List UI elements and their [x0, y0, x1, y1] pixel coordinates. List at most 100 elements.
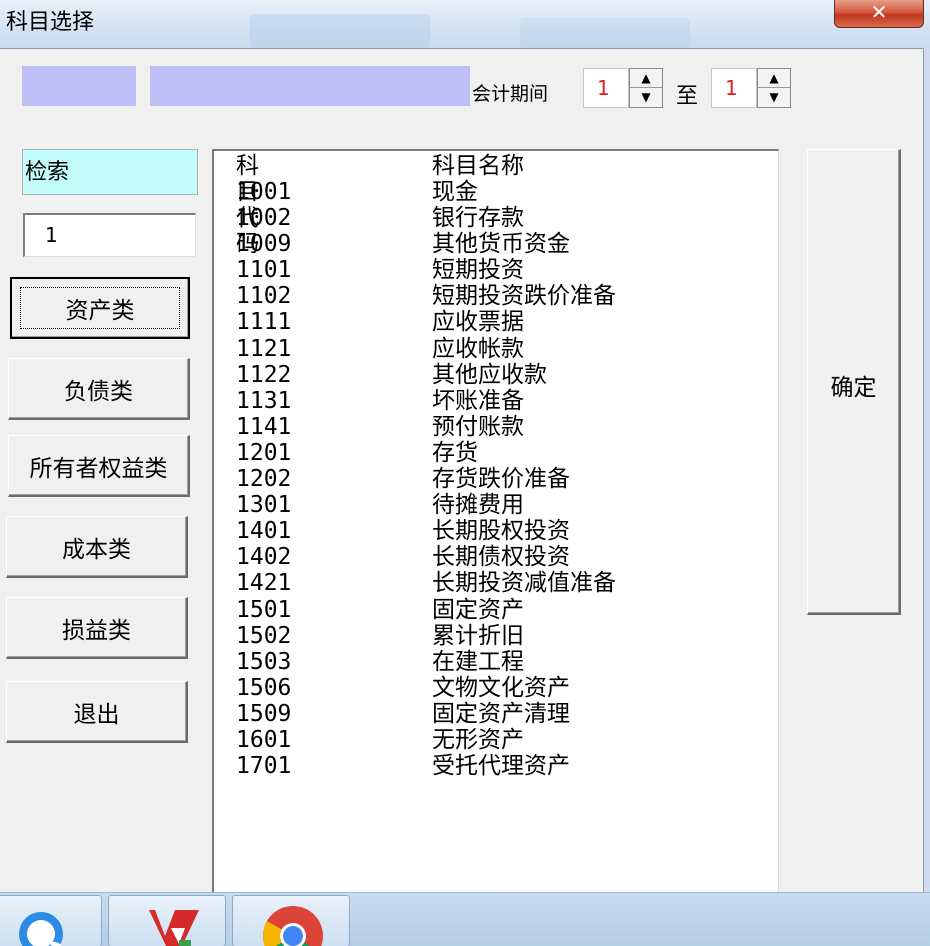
account-name: 坏账准备 [432, 387, 524, 414]
account-code: 1001 [236, 179, 292, 205]
account-name: 累计折旧 [432, 622, 524, 649]
account-name: 预付账款 [432, 413, 524, 440]
period-label: 会计期间 [472, 83, 549, 105]
list-item[interactable]: 1201 存货 [236, 440, 776, 466]
spin-down-icon[interactable]: ▼ [630, 88, 662, 107]
list-item[interactable]: 1141 预付账款 [236, 414, 776, 440]
spin-up-icon[interactable]: ▲ [630, 69, 662, 88]
search-input[interactable]: 1 [23, 213, 196, 257]
account-name: 其他应收款 [432, 361, 547, 388]
account-code: 1502 [236, 622, 292, 649]
button-label: 所有者权益类 [29, 455, 168, 482]
equity-category-button[interactable]: 所有者权益类 [8, 435, 190, 497]
list-item[interactable]: 1202 存货跌价准备 [236, 466, 776, 492]
account-code: 1402 [236, 544, 292, 571]
account-code: 1503 [236, 648, 292, 675]
placeholder-box-left [22, 66, 136, 106]
period-to-label: 至 [676, 84, 699, 109]
period-to-spinner[interactable]: ▲ ▼ [757, 68, 791, 108]
list-item[interactable]: 1502 累计折旧 [236, 623, 776, 649]
account-name: 固定资产清理 [432, 700, 570, 727]
liability-category-button[interactable]: 负债类 [8, 358, 190, 420]
taskbar-item[interactable] [232, 895, 350, 946]
button-label: 损益类 [62, 617, 131, 644]
account-code: 1301 [236, 492, 292, 519]
list-item[interactable]: 1101 短期投资 [236, 257, 776, 283]
period-to-input[interactable]: 1 [711, 68, 757, 108]
taskbar-item[interactable] [0, 895, 102, 946]
list-item[interactable]: 1509 固定资产清理 [236, 701, 776, 727]
list-item[interactable]: 1402 长期债权投资 [236, 544, 776, 570]
account-code: 1501 [236, 596, 292, 623]
account-code: 1601 [236, 726, 292, 753]
wps-office-icon [141, 910, 199, 946]
account-code: 1401 [236, 518, 292, 545]
qq-browser-icon [19, 912, 63, 946]
period-from-input[interactable]: 1 [583, 68, 629, 108]
list-item[interactable]: 1503 在建工程 [236, 649, 776, 675]
account-code: 1701 [236, 753, 292, 780]
list-item[interactable]: 1701 受托代理资产 [236, 753, 776, 779]
list-item[interactable]: 1421 长期投资减值准备 [236, 570, 776, 596]
list-item[interactable]: 1009 其他货币资金 [236, 231, 776, 257]
placeholder-box-wide [150, 66, 470, 106]
exit-button[interactable]: 退出 [6, 681, 188, 743]
account-name: 长期股权投资 [432, 518, 570, 545]
button-label: 退出 [73, 701, 120, 728]
asset-category-button[interactable]: 资产类 [10, 277, 190, 339]
account-list[interactable]: 科目代码 科目名称 1001 现金 1002 银行存款 1009 其他货币资金 1101 短期… [212, 149, 779, 892]
account-name: 文物文化资产 [432, 674, 570, 701]
background-window-ghost [520, 18, 690, 48]
account-code: 1131 [236, 387, 292, 414]
account-name: 受托代理资产 [432, 753, 570, 780]
list-item[interactable]: 1501 固定资产 [236, 597, 776, 623]
account-name: 存货跌价准备 [432, 466, 570, 493]
list-item[interactable]: 1002 银行存款 [236, 205, 776, 231]
account-name: 银行存款 [432, 205, 524, 232]
taskbar-item[interactable] [108, 895, 226, 946]
account-code: 1141 [236, 413, 292, 440]
window-title: 科目选择 [6, 10, 95, 35]
account-name: 无形资产 [432, 726, 524, 753]
profit-loss-category-button[interactable]: 损益类 [6, 597, 188, 659]
account-code: 1201 [236, 439, 292, 466]
list-item[interactable]: 1401 长期股权投资 [236, 518, 776, 544]
list-item[interactable]: 1506 文物文化资产 [236, 675, 776, 701]
button-label: 成本类 [62, 536, 131, 563]
close-button[interactable]: ✕ [834, 0, 924, 28]
list-item[interactable]: 1001 现金 [236, 179, 776, 205]
account-name: 应收帐款 [432, 335, 524, 362]
account-name: 长期投资减值准备 [432, 570, 616, 597]
title-bar: 科目选择 ✕ [0, 0, 930, 48]
account-code: 1509 [236, 700, 292, 727]
button-label: 负债类 [64, 378, 133, 405]
list-item[interactable]: 1121 应收帐款 [236, 336, 776, 362]
button-label: 确定 [830, 375, 877, 401]
search-label: 检索 [22, 149, 198, 195]
account-name: 待摊费用 [432, 492, 524, 519]
account-code: 1421 [236, 570, 292, 597]
list-item[interactable]: 1122 其他应收款 [236, 362, 776, 388]
window-frame [924, 48, 930, 892]
list-item[interactable]: 1131 坏账准备 [236, 388, 776, 414]
account-name: 其他货币资金 [432, 231, 570, 258]
account-code: 1002 [236, 205, 292, 232]
list-item[interactable]: 1102 短期投资跌价准备 [236, 283, 776, 309]
account-code: 1506 [236, 674, 292, 701]
background-window-ghost [250, 14, 430, 48]
account-name: 短期投资跌价准备 [432, 283, 616, 310]
spin-up-icon[interactable]: ▲ [758, 69, 790, 88]
account-name: 短期投资 [432, 257, 524, 284]
list-item[interactable]: 1111 应收票据 [236, 309, 776, 335]
focus-ring [20, 287, 180, 329]
list-item[interactable]: 1301 待摊费用 [236, 492, 776, 518]
account-name: 存货 [432, 439, 478, 466]
list-item[interactable]: 1601 无形资产 [236, 727, 776, 753]
account-name: 在建工程 [432, 648, 524, 675]
period-from-spinner[interactable]: ▲ ▼ [629, 68, 663, 108]
account-name: 固定资产 [432, 596, 524, 623]
confirm-button[interactable]: 确定 [807, 149, 901, 615]
spin-down-icon[interactable]: ▼ [758, 88, 790, 107]
cost-category-button[interactable]: 成本类 [6, 516, 188, 578]
list-body: 1001 现金 1002 银行存款 1009 其他货币资金 1101 短期投资 1102 短期投资… [236, 179, 776, 779]
